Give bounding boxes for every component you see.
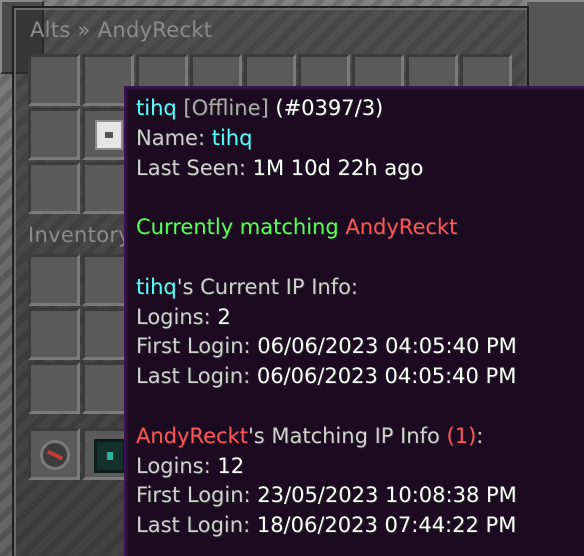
inventory-slot[interactable]: [28, 254, 80, 306]
current-first-login-label: First Login:: [136, 334, 258, 359]
background-block: [525, 0, 584, 94]
current-last-login-row: Last Login: 06/06/2023 04:05:40 PM: [136, 362, 584, 392]
name-label: Name:: [136, 125, 212, 150]
matching-last-login-label: Last Login:: [136, 513, 257, 538]
matching-logins-row: Logins: 12: [136, 452, 584, 482]
game-screen: Alts » AndyReckt Inventory tihq [Offline…: [0, 0, 584, 556]
player-id: (#0397/3): [275, 96, 384, 120]
tooltip-header: tihq [Offline] (#0397/3): [136, 94, 584, 124]
current-ip-heading-text: 's Current IP Info:: [176, 274, 359, 299]
matching-first-login-label: First Login:: [136, 483, 258, 508]
name-value: tihq: [211, 125, 253, 150]
matching-last-login-value: 18/06/2023 07:44:22 PM: [256, 513, 517, 538]
current-first-login-value: 06/06/2023 04:05:40 PM: [257, 334, 517, 359]
current-logins-label: Logins:: [136, 304, 218, 329]
compass-icon: [40, 440, 70, 470]
alt-slot[interactable]: [28, 54, 80, 106]
name-row: Name: tihq: [136, 124, 584, 154]
alt-slot[interactable]: [28, 162, 80, 214]
matching-first-login-row: First Login: 23/05/2023 10:08:38 PM: [136, 481, 584, 511]
matching-ip-colon: :: [476, 423, 484, 448]
matching-ip-owner: AndyReckt: [136, 423, 248, 448]
player-name: tihq: [136, 96, 177, 120]
current-logins-row: Logins: 2: [136, 303, 584, 333]
matching-last-login-row: Last Login: 18/06/2023 07:44:22 PM: [136, 511, 584, 541]
current-logins-value: 2: [217, 304, 231, 329]
current-last-login-value: 06/06/2023 04:05:40 PM: [256, 364, 517, 389]
current-ip-owner: tihq: [136, 274, 177, 299]
matching-value: AndyReckt: [345, 215, 458, 240]
current-first-login-row: First Login: 06/06/2023 04:05:40 PM: [136, 332, 584, 362]
current-ip-heading: tihq's Current IP Info:: [136, 273, 584, 303]
alt-slot[interactable]: [28, 108, 80, 160]
online-status: [Offline]: [183, 96, 269, 120]
matching-ip-heading-text: 's Matching IP Info: [247, 423, 447, 448]
inventory-slot[interactable]: [28, 362, 80, 414]
last-seen-label: Last Seen:: [136, 155, 253, 180]
matching-logins-value: 12: [217, 453, 245, 478]
inventory-slot[interactable]: [28, 308, 80, 360]
matching-ip-count: (1): [446, 423, 477, 448]
last-seen-row: Last Seen: 1M 10d 22h ago: [136, 154, 584, 184]
matching-label: Currently matching: [136, 215, 346, 240]
matching-ip-heading: AndyReckt's Matching IP Info (1):: [136, 422, 584, 452]
player-tooltip: tihq [Offline] (#0397/3) Name: tihq Last…: [124, 86, 584, 556]
inventory-title: Inventory: [28, 223, 132, 247]
player-head-icon: [95, 120, 123, 150]
current-last-login-label: Last Login:: [136, 364, 257, 389]
matching-logins-label: Logins:: [136, 453, 218, 478]
ender-chest-icon: [94, 439, 126, 473]
last-seen-value: 1M 10d 22h ago: [252, 155, 424, 180]
panel-title: Alts » AndyReckt: [30, 18, 213, 42]
hotbar-slot[interactable]: [28, 428, 80, 480]
matching-row: Currently matching AndyReckt: [136, 213, 584, 243]
matching-first-login-value: 23/05/2023 10:08:38 PM: [257, 483, 517, 508]
